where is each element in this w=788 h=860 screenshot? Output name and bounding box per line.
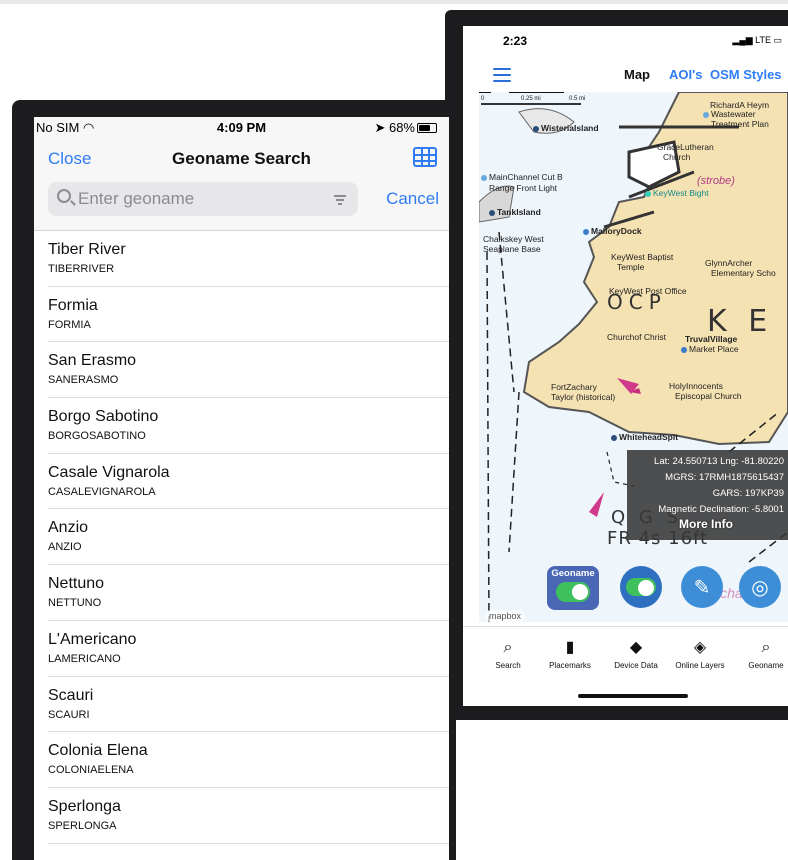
poi-label: Churchof Christ bbox=[607, 332, 667, 342]
poi-label: Church bbox=[663, 152, 691, 162]
poi-label: MainChannel Cut B bbox=[481, 172, 563, 182]
info-latlng: Lat: 24.550713 Lng: -81.80220 bbox=[654, 456, 784, 467]
globe-toggle-switch[interactable] bbox=[626, 578, 656, 596]
poi-label: Taylor (historical) bbox=[551, 392, 616, 402]
battery-icon bbox=[417, 123, 437, 133]
map-nav-bar: Map AOI's OSM Styles bbox=[463, 64, 788, 94]
list-item[interactable]: Casale Vignarola CASALEVIGNAROLA bbox=[48, 454, 449, 510]
poi-label: MalloryDock bbox=[583, 226, 642, 236]
search-icon bbox=[57, 189, 71, 203]
poi-label: WisteriaIsland bbox=[533, 123, 599, 133]
poi-label: GlynnArcher bbox=[705, 258, 753, 268]
cancel-button[interactable]: Cancel bbox=[386, 189, 439, 209]
poi-label: Elementary Scho bbox=[711, 268, 776, 278]
poi-label: Temple bbox=[617, 262, 645, 272]
map-screen: 2:23 ▂▄▆ LTE ▭ Map AOI's OSM Styles 0 0.… bbox=[463, 26, 788, 706]
locate-icon[interactable]: ◎ bbox=[739, 566, 781, 608]
poi-label: Episcopal Church bbox=[675, 391, 742, 401]
chart-text-strobe: (strobe) bbox=[697, 175, 735, 187]
list-item[interactable]: L'Americano LAMERICANO bbox=[48, 621, 449, 677]
tab-online-layers[interactable]: ◈ Online Layers bbox=[665, 635, 735, 670]
poi-label: HolyInnocents bbox=[669, 381, 723, 391]
background-strip bbox=[0, 0, 788, 4]
nav-osm-styles-link[interactable]: OSM Styles bbox=[710, 67, 782, 82]
table-grid-icon[interactable] bbox=[413, 147, 437, 167]
page-title: Geoname Search bbox=[172, 149, 311, 168]
tab-geoname[interactable]: ⌕ Geoname bbox=[731, 635, 788, 670]
poi-label: Seaplane Base bbox=[483, 244, 541, 254]
scale-bar bbox=[481, 103, 581, 105]
search-header: Close Geoname Search Cancel bbox=[34, 139, 449, 231]
layers-plus-icon: ◈ bbox=[693, 639, 707, 656]
poi-label: Wastewater bbox=[703, 109, 756, 119]
poi-label: Treatment Plan bbox=[711, 119, 769, 129]
more-info-button[interactable]: More Info bbox=[679, 518, 733, 530]
list-item[interactable]: Colonia Elena COLONIAELENA bbox=[48, 732, 449, 788]
info-mgrs: MGRS: 17RMH1875615437 bbox=[665, 472, 784, 483]
map-phone-frame: 2:23 ▂▄▆ LTE ▭ Map AOI's OSM Styles 0 0.… bbox=[445, 10, 788, 720]
search-phone-frame: No SIM ◠ 4:09 PM ➤ 68% Close Geoname Sea… bbox=[12, 100, 456, 860]
geoname-search-input[interactable] bbox=[78, 187, 338, 211]
list-item[interactable]: Formia FORMIA bbox=[48, 287, 449, 343]
list-item[interactable]: Scauri SCAURI bbox=[48, 677, 449, 733]
home-indicator bbox=[578, 694, 688, 698]
location-arrow-icon: ➤ bbox=[374, 120, 386, 135]
geoname-toggle-button[interactable]: Geoname bbox=[547, 566, 599, 610]
list-item[interactable]: Tiber River TIBERRIVER bbox=[48, 231, 449, 287]
bookmark-icon: ▮ bbox=[565, 639, 575, 656]
poi-label: Chalkskey West bbox=[483, 234, 544, 244]
info-declination: Magnetic Declination: -5.8001 bbox=[658, 504, 784, 515]
list-item[interactable]: San Erasmo SANERASMO bbox=[48, 342, 449, 399]
layers-icon: ◆ bbox=[629, 639, 643, 656]
poi-label: FortZachary bbox=[551, 382, 597, 392]
poi-label: KeyWest Bight bbox=[645, 188, 709, 198]
poi-label: TruvalVillage bbox=[685, 334, 738, 344]
status-battery: ➤ 68% bbox=[374, 120, 437, 136]
status-time: 2:23 bbox=[503, 34, 528, 48]
tab-placemarks[interactable]: ▮ Placemarks bbox=[535, 635, 605, 670]
nav-aois-link[interactable]: AOI's bbox=[669, 67, 702, 82]
tab-device-data[interactable]: ◆ Device Data bbox=[601, 635, 671, 670]
status-bar: No SIM ◠ 4:09 PM ➤ 68% bbox=[34, 117, 449, 139]
geoname-toggle-label: Geoname bbox=[551, 568, 595, 579]
poi-label: WhiteheadSpit bbox=[611, 432, 678, 442]
poi-label: KeyWest Baptist bbox=[611, 252, 674, 262]
list-item[interactable]: Borgo Sabotino BORGOSABOTINO bbox=[48, 398, 449, 454]
geoname-toggle-switch[interactable] bbox=[556, 582, 590, 602]
search-icon: ⌕ bbox=[503, 639, 513, 656]
list-item[interactable]: Sperlonga SPERLONGA bbox=[48, 788, 449, 844]
filter-icon[interactable] bbox=[334, 195, 346, 207]
poi-label: TankIsland bbox=[489, 207, 541, 217]
poi-label: Range Front Light bbox=[489, 183, 558, 193]
search-icon: ⌕ bbox=[761, 639, 771, 656]
geoname-search-field[interactable] bbox=[48, 182, 358, 216]
geoname-results-list: Tiber River TIBERRIVER Formia FORMIA San E… bbox=[34, 231, 449, 844]
poi-label: KeyWest Post Office bbox=[609, 286, 687, 296]
nautical-map[interactable]: 0 0.25 mi 0.5 mi OCP K E Q G S FR 4s 16f… bbox=[479, 92, 788, 622]
menu-icon[interactable] bbox=[493, 68, 511, 82]
list-item[interactable]: Anzio ANZIO bbox=[48, 509, 449, 566]
status-bar: 2:23 ▂▄▆ LTE ▭ bbox=[463, 26, 788, 56]
tab-search[interactable]: ⌕ Search bbox=[473, 635, 543, 670]
list-item[interactable]: Nettuno NETTUNO bbox=[48, 565, 449, 621]
pencil-icon[interactable]: ✎ bbox=[681, 566, 723, 608]
mapbox-logo: mapbox bbox=[485, 610, 526, 622]
poi-label: Market Place bbox=[681, 344, 739, 354]
poi-label: GraceLutheran bbox=[657, 142, 714, 152]
info-gars: GARS: 197KP39 bbox=[712, 488, 784, 499]
nav-map-title: Map bbox=[624, 67, 650, 82]
globe-toggle-button[interactable] bbox=[620, 566, 662, 608]
search-screen: No SIM ◠ 4:09 PM ➤ 68% Close Geoname Sea… bbox=[34, 117, 449, 860]
status-network: ▂▄▆ LTE ▭ bbox=[732, 35, 782, 45]
